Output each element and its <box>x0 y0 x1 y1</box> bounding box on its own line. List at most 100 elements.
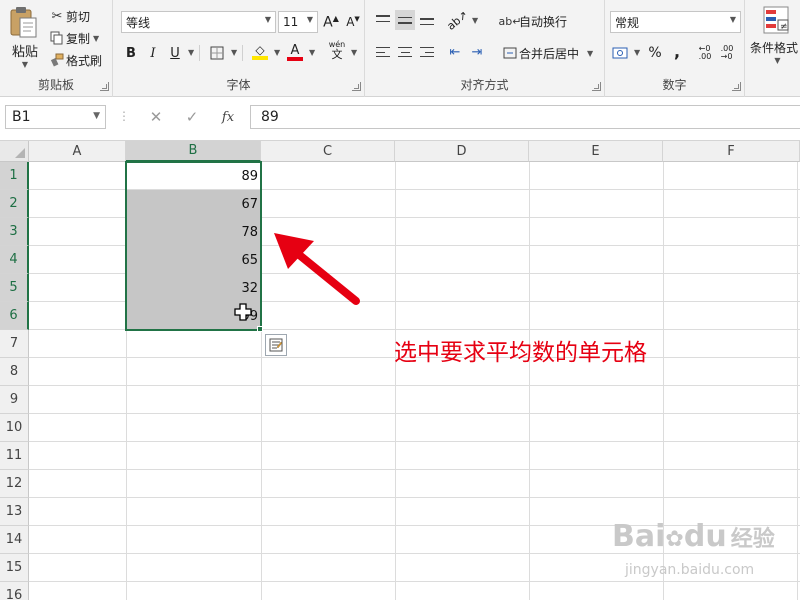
decrease-font-size-button[interactable]: A▼ <box>343 12 363 32</box>
cell-b3[interactable]: 78 <box>127 218 261 246</box>
clipboard-launcher-icon[interactable] <box>100 82 109 91</box>
row-header-2[interactable]: 2 <box>0 190 29 218</box>
italic-button[interactable]: I <box>143 43 163 63</box>
column-header-c[interactable]: C <box>261 141 395 162</box>
top-align-button[interactable] <box>373 10 393 30</box>
phonetic-guide-button[interactable]: wén 文 <box>326 40 348 60</box>
align-left-icon <box>376 45 390 59</box>
font-color-dropdown-icon[interactable]: ▼ <box>309 48 315 57</box>
orientation-dropdown-icon[interactable]: ▼ <box>472 16 478 25</box>
row-header-4[interactable]: 4 <box>0 246 29 274</box>
format-painter-button[interactable]: 格式刷 <box>48 49 102 71</box>
row-header-11[interactable]: 11 <box>0 442 29 470</box>
orientation-button[interactable]: ab↗ <box>444 8 470 33</box>
column-header-a[interactable]: A <box>29 141 126 162</box>
underline-dropdown-icon[interactable]: ▼ <box>188 48 194 57</box>
comma-style-button[interactable]: , <box>667 41 687 61</box>
number-format-value: 常规 <box>615 15 640 30</box>
underline-button[interactable]: U <box>165 43 185 63</box>
row-header-12[interactable]: 12 <box>0 470 29 498</box>
cut-button[interactable]: ✂ 剪切 <box>48 5 90 27</box>
formula-input[interactable]: 89 <box>250 105 800 129</box>
column-header-b[interactable]: B <box>126 141 261 162</box>
fill-color-button[interactable]: ◇ <box>250 42 270 62</box>
watermark-brand: Bai <box>612 519 666 554</box>
align-left-button[interactable] <box>373 42 393 62</box>
decrease-indent-button[interactable]: ⇤ <box>445 42 465 62</box>
gridline <box>529 162 530 600</box>
bottom-align-icon <box>420 13 434 27</box>
font-group: 等线 ▼ 11 ▼ A▲ A▼ B I U ▼ ▼ ◇ ▼ A ▼ wén 文 … <box>113 0 365 97</box>
merge-dropdown-icon[interactable]: ▼ <box>587 49 593 58</box>
fill-handle[interactable] <box>257 326 263 332</box>
increase-font-size-button[interactable]: A▲ <box>321 12 341 32</box>
font-color-button[interactable]: A <box>285 42 305 62</box>
divider <box>242 45 243 61</box>
row-header-1[interactable]: 1 <box>0 162 29 190</box>
conditional-formatting-button[interactable]: ≠ 条件格式 ▼ <box>750 5 800 65</box>
quick-analysis-button[interactable] <box>265 334 287 356</box>
merge-center-button[interactable]: 合并后居中 ▼ <box>501 42 593 64</box>
name-box-value: B1 <box>12 109 31 125</box>
borders-dropdown-icon[interactable]: ▼ <box>231 48 237 57</box>
column-header-d[interactable]: D <box>395 141 529 162</box>
cell-b2[interactable]: 67 <box>127 190 261 218</box>
alignment-launcher-icon[interactable] <box>592 82 601 91</box>
formula-bar-resize-handle[interactable]: ⋮ <box>118 109 130 123</box>
name-box[interactable]: B1 ▼ <box>5 105 106 129</box>
bold-button[interactable]: B <box>121 43 141 63</box>
middle-align-button[interactable] <box>395 10 415 30</box>
cell-b4[interactable]: 65 <box>127 246 261 274</box>
font-launcher-icon[interactable] <box>352 82 361 91</box>
phonetic-dropdown-icon[interactable]: ▼ <box>351 48 357 57</box>
row-header-9[interactable]: 9 <box>0 386 29 414</box>
merge-center-label: 合并后居中 <box>519 46 580 61</box>
select-all-button[interactable] <box>0 141 29 162</box>
align-right-button[interactable] <box>417 42 437 62</box>
gridline <box>29 413 800 414</box>
conditional-formatting-dropdown-icon[interactable]: ▼ <box>750 56 800 65</box>
accounting-dropdown-icon[interactable]: ▼ <box>634 48 640 57</box>
row-header-3[interactable]: 3 <box>0 218 29 246</box>
row-header-13[interactable]: 13 <box>0 498 29 526</box>
paste-dropdown-icon[interactable]: ▼ <box>6 60 44 69</box>
decrease-decimal-button[interactable]: .00 →0 <box>717 43 737 63</box>
wrap-text-icon: ab↵ <box>498 14 522 28</box>
percent-style-button[interactable]: % <box>645 43 665 63</box>
align-center-button[interactable] <box>395 42 415 62</box>
number-format-select[interactable]: 常规 ▼ <box>610 11 741 33</box>
borders-button[interactable] <box>207 43 227 63</box>
row-header-10[interactable]: 10 <box>0 414 29 442</box>
paste-button[interactable]: 粘贴 ▼ <box>6 5 44 69</box>
row-header-16[interactable]: 16 <box>0 582 29 600</box>
cancel-entry-button[interactable]: ✕ <box>145 106 167 128</box>
row-header-8[interactable]: 8 <box>0 358 29 386</box>
font-group-label: 字体 <box>226 78 251 92</box>
row-header-7[interactable]: 7 <box>0 330 29 358</box>
row-header-6[interactable]: 6 <box>0 302 29 330</box>
middle-align-icon <box>398 13 412 27</box>
column-header-f[interactable]: F <box>663 141 800 162</box>
insert-function-button[interactable]: fx <box>217 106 239 128</box>
column-header-e[interactable]: E <box>529 141 663 162</box>
row-header-5[interactable]: 5 <box>0 274 29 302</box>
gridline <box>797 162 798 600</box>
confirm-entry-button[interactable]: ✓ <box>181 106 203 128</box>
increase-decimal-button[interactable]: ←0.00 <box>695 43 715 63</box>
bottom-align-button[interactable] <box>417 10 437 30</box>
wrap-text-button[interactable]: ab↵ 自动换行 <box>498 10 567 32</box>
number-launcher-icon[interactable] <box>732 82 741 91</box>
formula-value: 89 <box>261 109 279 125</box>
cell-b5[interactable]: 32 <box>127 274 261 302</box>
copy-button[interactable]: 复制 ▼ <box>48 27 99 49</box>
row-header-15[interactable]: 15 <box>0 554 29 582</box>
copy-dropdown-icon[interactable]: ▼ <box>93 34 99 43</box>
increase-indent-button[interactable]: ⇥ <box>467 42 487 62</box>
cell-b1[interactable]: 89 <box>127 162 261 190</box>
row-header-14[interactable]: 14 <box>0 526 29 554</box>
font-size-select[interactable]: 11 ▼ <box>278 11 318 33</box>
accounting-format-button[interactable] <box>610 43 630 63</box>
fill-color-dropdown-icon[interactable]: ▼ <box>274 48 280 57</box>
gridline <box>29 469 800 470</box>
font-name-select[interactable]: 等线 ▼ <box>121 11 276 33</box>
